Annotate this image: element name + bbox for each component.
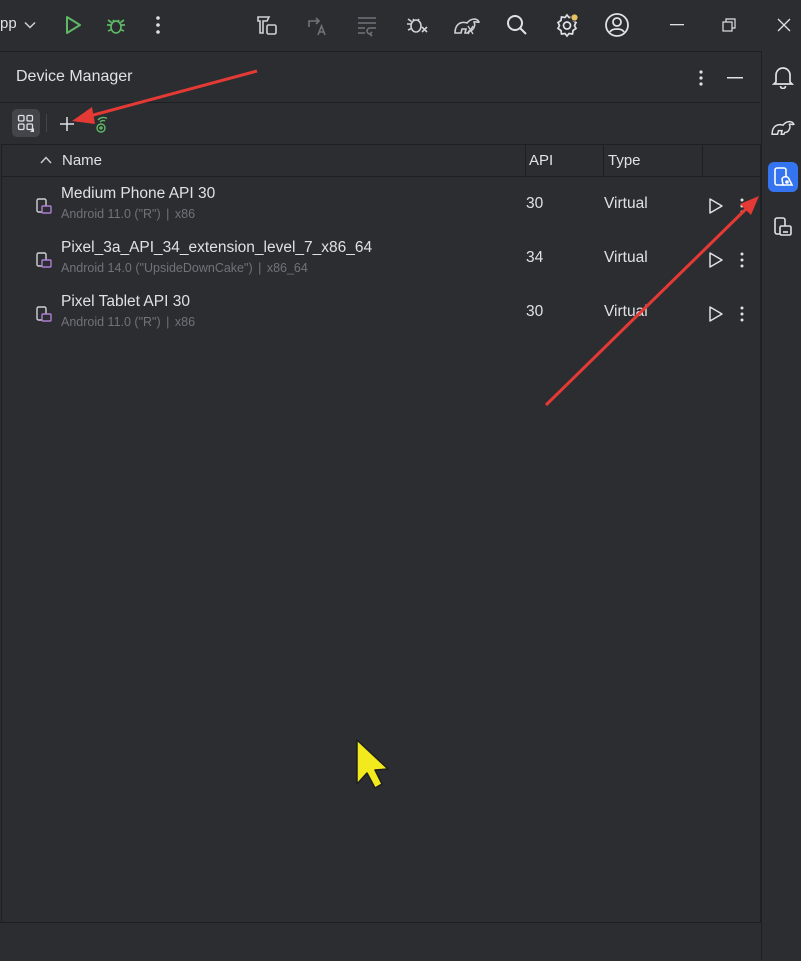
gradle-icon[interactable] [768,112,798,142]
column-divider[interactable] [525,145,526,176]
device-type: Virtual [604,249,648,266]
start-device-icon[interactable] [706,304,726,324]
device-name: Pixel_3a_API_34_extension_level_7_x86_64 [61,239,373,256]
search-icon[interactable] [504,12,530,38]
device-details: Android 11.0 ("R") | x86 [61,207,196,221]
format-icon [354,12,380,38]
column-header-name[interactable]: Name [62,152,102,169]
debug-icon[interactable] [104,13,128,37]
virtual-device-icon [34,250,54,270]
restore-icon[interactable] [721,17,737,33]
device-name: Pixel Tablet API 30 [61,293,190,310]
device-abi: x86 [174,207,196,221]
status-strip [0,922,760,961]
device-more-icon[interactable] [734,250,750,270]
settings-icon[interactable] [553,11,581,39]
running-devices-icon[interactable] [768,212,798,242]
build-icon[interactable] [254,12,280,38]
run-config-label[interactable]: pp [0,15,17,32]
more-vertical-icon[interactable] [148,13,168,37]
hide-panel-icon[interactable] [726,70,744,86]
toolbar-divider [46,114,47,132]
account-icon[interactable] [603,11,631,39]
device-type: Virtual [604,303,648,320]
column-divider[interactable] [603,145,604,176]
notifications-icon[interactable] [768,62,798,92]
start-device-icon[interactable] [706,196,726,216]
device-name: Medium Phone API 30 [61,185,216,202]
column-divider[interactable] [702,145,703,176]
panel-toolbar [0,103,760,144]
chevron-down-icon[interactable] [23,18,37,32]
device-type: Virtual [604,195,648,212]
device-more-icon[interactable] [734,196,750,216]
device-api: 30 [526,303,544,320]
grid-view-icon[interactable] [12,109,40,137]
gradle-icon[interactable] [452,12,482,38]
device-abi: x86_64 [266,261,308,275]
device-row[interactable]: Pixel Tablet API 30 Android 11.0 ("R") |… [2,286,760,340]
device-abi: x86 [174,315,196,329]
virtual-device-icon [34,304,54,324]
device-manager-icon[interactable] [768,162,798,192]
table-header: Name API Type [2,145,760,177]
device-row[interactable]: Medium Phone API 30 Android 11.0 ("R") |… [2,178,760,232]
minimize-icon[interactable] [669,18,685,32]
device-os: Android 11.0 ("R") [61,315,161,329]
device-more-icon[interactable] [734,304,750,324]
run-icon[interactable] [62,14,84,36]
close-icon[interactable] [776,17,792,33]
column-header-type[interactable]: Type [608,152,641,169]
panel-title: Device Manager [16,68,133,85]
device-details: Android 14.0 ("UpsideDownCake") | x86_64 [61,261,308,275]
device-os: Android 14.0 ("UpsideDownCake") [61,261,253,275]
start-device-icon[interactable] [706,250,726,270]
device-os: Android 11.0 ("R") [61,207,161,221]
sort-ascending-icon[interactable] [39,153,53,167]
device-details: Android 11.0 ("R") | x86 [61,315,196,329]
device-row[interactable]: Pixel_3a_API_34_extension_level_7_x86_64… [2,232,760,286]
panel-options-icon[interactable] [692,68,710,88]
pair-wifi-icon[interactable] [90,114,112,136]
add-device-button[interactable] [57,114,77,134]
device-api: 30 [526,195,544,212]
device-manager-panel: Device Manager Name API Type Medium Phon… [0,52,761,960]
right-tool-strip [761,51,801,960]
virtual-device-icon [34,196,54,216]
device-api: 34 [526,249,544,266]
translate-icon [304,12,330,38]
bug-settings-icon[interactable] [404,12,430,38]
column-header-api[interactable]: API [529,152,553,169]
title-bar: pp [0,0,801,52]
device-table: Name API Type Medium Phone API 30 Androi… [1,144,761,923]
